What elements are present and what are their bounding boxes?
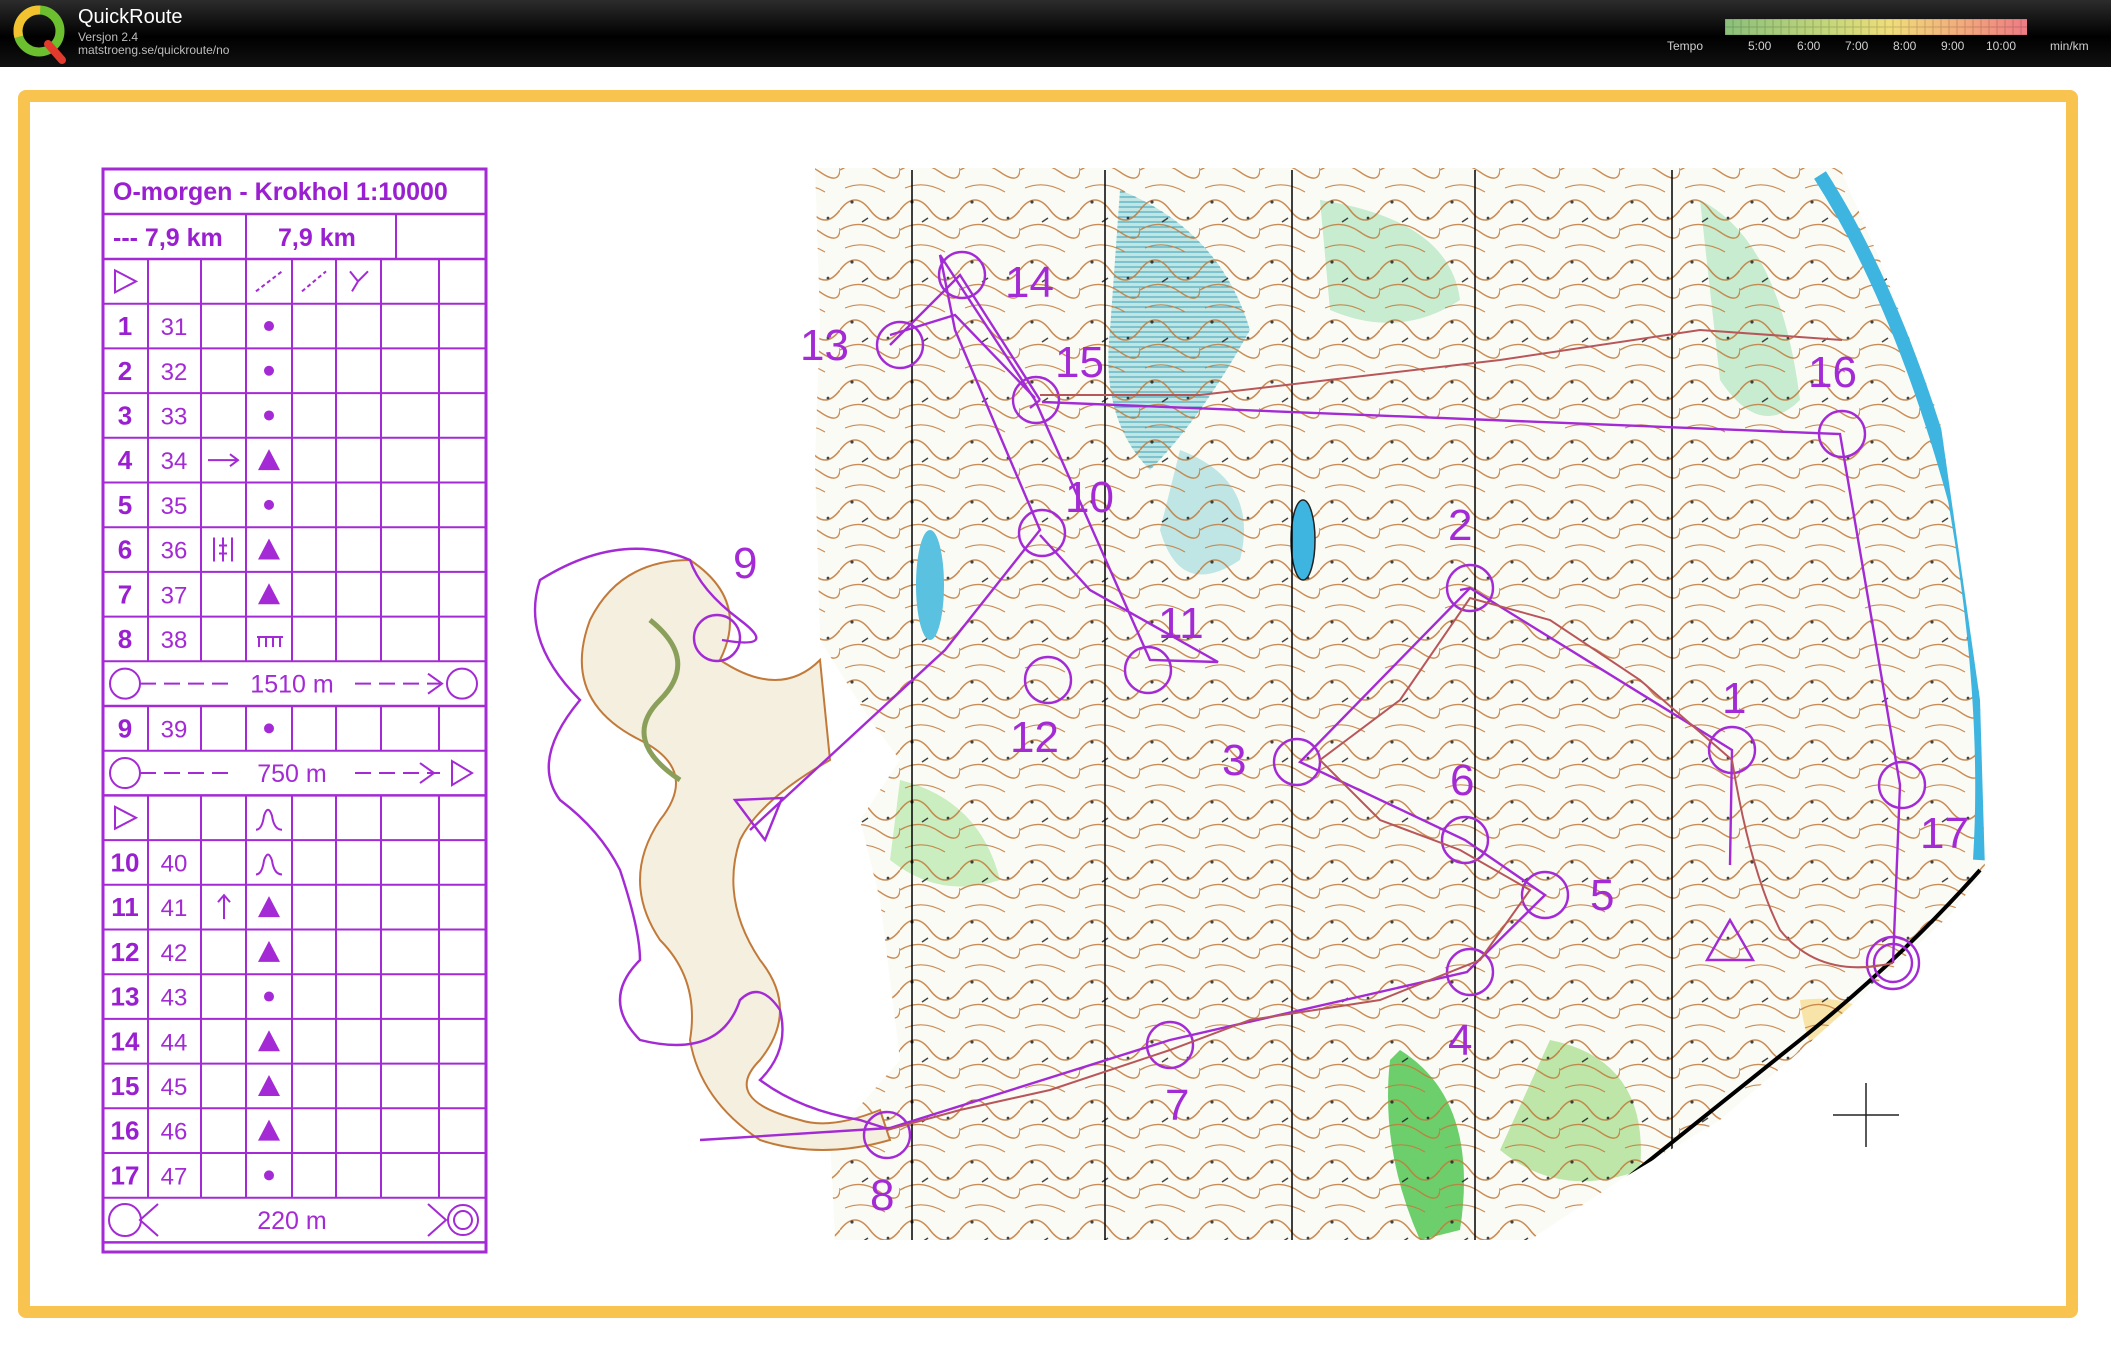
control-number-4: 4: [1448, 1016, 1472, 1065]
card-control-number: 10: [111, 847, 140, 877]
dot-icon: [264, 991, 274, 1002]
orienteering-map-canvas[interactable]: 1 2 3 4 5 6 7 8 9 10 11 12 13 14 15 16 1…: [0, 0, 2111, 1353]
card-control-number: 12: [111, 937, 140, 967]
control-number-2: 2: [1448, 501, 1472, 550]
card-control-code: 36: [161, 538, 188, 565]
card-control-number: 1: [118, 311, 132, 341]
crosshair-cursor-icon: [1833, 1083, 1899, 1147]
dot-icon: [264, 1170, 274, 1181]
card-control-code: 42: [161, 940, 188, 967]
control-number-7: 7: [1165, 1081, 1189, 1130]
map-terrain: [815, 168, 1985, 1240]
card-control-number: 8: [118, 624, 132, 654]
card-control-number: 11: [111, 892, 139, 922]
card-control-number: 4: [118, 445, 133, 475]
card-control-number: 14: [111, 1026, 140, 1056]
card-control-code: 37: [161, 582, 188, 609]
dot-icon: [264, 410, 274, 421]
card-control-number: 9: [118, 713, 132, 743]
card-control-code: 31: [161, 314, 188, 341]
card-control-number: 7: [118, 579, 132, 609]
control-number-11: 11: [1158, 599, 1204, 648]
card-control-code: 47: [161, 1163, 188, 1190]
control-number-6: 6: [1450, 756, 1474, 805]
card-control-code: 33: [161, 403, 188, 430]
control-number-12: 12: [1010, 713, 1059, 762]
control-number-14: 14: [1005, 258, 1054, 307]
card-control-code: 39: [161, 716, 188, 743]
control-number-13: 13: [800, 321, 849, 370]
card-control-code: 38: [161, 627, 188, 654]
card-distance-left: --- 7,9 km: [113, 224, 223, 252]
control-number-17: 17: [1920, 809, 1969, 858]
card-control-code: 35: [161, 493, 188, 520]
dot-icon: [264, 365, 274, 376]
control-number-5: 5: [1590, 871, 1614, 920]
leg-distance: 750 m: [257, 760, 326, 788]
card-control-number: 16: [111, 1116, 140, 1146]
card-control-number: 6: [118, 535, 132, 565]
card-control-number: 17: [111, 1160, 140, 1190]
card-control-code: 40: [161, 850, 188, 877]
card-control-code: 44: [161, 1029, 188, 1056]
card-control-code: 41: [161, 895, 188, 922]
card-control-code: 45: [161, 1074, 188, 1101]
card-control-code: 46: [161, 1119, 188, 1146]
control-number-10: 10: [1065, 473, 1114, 522]
leg-distance: 1510 m: [250, 671, 333, 699]
card-control-number: 3: [118, 400, 132, 430]
dot-icon: [264, 321, 274, 332]
card-control-code: 34: [161, 448, 188, 475]
card-control-number: 5: [118, 490, 132, 520]
control-number-15: 15: [1055, 338, 1104, 387]
dot-icon: [264, 499, 274, 510]
dot-icon: [264, 723, 274, 734]
control-number-8: 8: [870, 1171, 894, 1220]
control-number-9: 9: [733, 539, 757, 588]
card-control-number: 2: [118, 356, 132, 386]
control-number-16: 16: [1808, 348, 1857, 397]
card-control-code: 43: [161, 985, 188, 1012]
finish-distance: 220 m: [257, 1207, 326, 1235]
card-distance-right: 7,9 km: [278, 224, 356, 252]
card-control-number: 13: [111, 982, 140, 1012]
card-title: O-morgen - Krokhol 1:10000: [113, 178, 448, 206]
card-control-code: 32: [161, 359, 188, 386]
control-number-3: 3: [1222, 736, 1246, 785]
control-number-1: 1: [1722, 674, 1746, 723]
card-control-number: 15: [111, 1071, 140, 1101]
